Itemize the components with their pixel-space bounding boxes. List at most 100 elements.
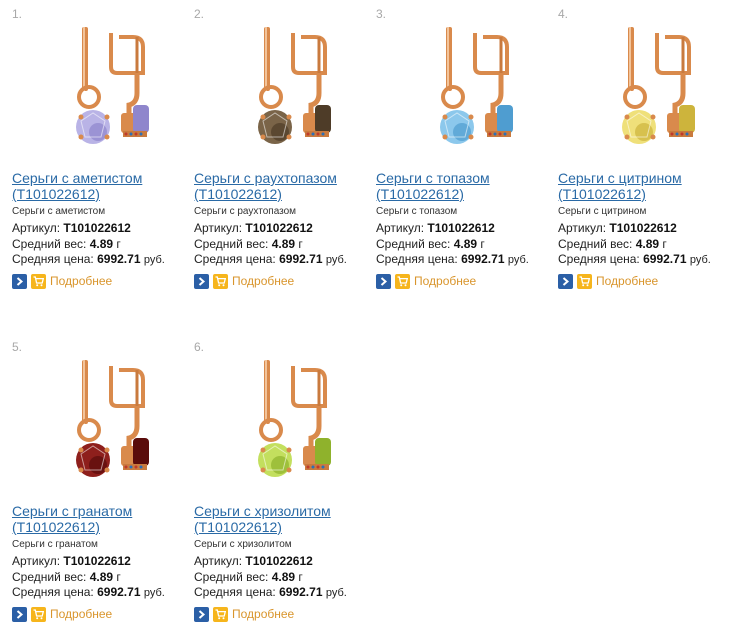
price-row: Средняя цена: 6992.71 руб. — [194, 585, 347, 600]
weight-row: Средний вес: 4.89 г — [194, 237, 303, 251]
earring-image — [622, 27, 695, 144]
chevron-right-icon[interactable] — [376, 273, 391, 289]
article-label: Артикул: — [558, 221, 607, 235]
cart-icon[interactable] — [395, 273, 410, 289]
weight-value: 4.89 — [271, 237, 296, 251]
weight-unit: г — [480, 237, 485, 251]
product-image[interactable] — [571, 13, 731, 165]
weight-label: Средний вес: — [12, 570, 87, 584]
product-actions: Подробнее — [12, 606, 112, 622]
earring-image — [258, 360, 331, 477]
product-title-link[interactable]: Серьги с цитрином (Т101022612) — [558, 170, 734, 202]
chevron-right-icon[interactable] — [12, 273, 27, 289]
chevron-right-icon[interactable] — [194, 606, 209, 622]
weight-value: 4.89 — [271, 570, 296, 584]
weight-unit: г — [298, 570, 303, 584]
weight-value: 4.89 — [453, 237, 478, 251]
price-label: Средняя цена: — [12, 252, 94, 266]
product-card: 6. Серьги с хризолитом (Т101022612) Серь… — [194, 340, 372, 640]
product-card: 4. Серьги с цитрином (Т101022612) Серьги… — [558, 7, 736, 307]
product-number: 4. — [558, 7, 569, 21]
details-link[interactable]: Подробнее — [232, 274, 294, 289]
weight-value: 4.89 — [635, 237, 660, 251]
weight-row: Средний вес: 4.89 г — [194, 570, 303, 584]
price-row: Средняя цена: 6992.71 руб. — [194, 252, 347, 267]
price-currency: руб. — [507, 254, 529, 266]
earring-image — [76, 27, 149, 144]
weight-label: Средний вес: — [194, 570, 269, 584]
product-actions: Подробнее — [558, 273, 658, 289]
earring-image — [440, 27, 513, 144]
cart-icon[interactable] — [213, 273, 228, 289]
product-actions: Подробнее — [12, 273, 112, 289]
weight-unit: г — [116, 570, 121, 584]
cart-icon[interactable] — [577, 273, 592, 289]
product-subtitle: Серьги с гранатом — [12, 539, 98, 550]
product-title-link[interactable]: Серьги с раухтопазом (Т101022612) — [194, 170, 370, 202]
article-value: Т101022612 — [245, 221, 313, 235]
product-image[interactable] — [25, 346, 185, 498]
product-title-link[interactable]: Серьги с хризолитом (Т101022612) — [194, 503, 370, 535]
weight-unit: г — [298, 237, 303, 251]
details-link[interactable]: Подробнее — [232, 607, 294, 622]
price-row: Средняя цена: 6992.71 руб. — [558, 252, 711, 267]
price-currency: руб. — [689, 254, 711, 266]
article-value: Т101022612 — [427, 221, 495, 235]
chevron-right-icon[interactable] — [12, 606, 27, 622]
price-currency: руб. — [143, 254, 165, 266]
product-image[interactable] — [389, 13, 549, 165]
article-label: Артикул: — [12, 221, 61, 235]
price-currency: руб. — [325, 587, 347, 599]
weight-label: Средний вес: — [12, 237, 87, 251]
weight-label: Средний вес: — [558, 237, 633, 251]
weight-label: Средний вес: — [194, 237, 269, 251]
product-image[interactable] — [207, 13, 367, 165]
price-row: Средняя цена: 6992.71 руб. — [12, 252, 165, 267]
price-value: 6992.71 — [279, 585, 323, 599]
price-label: Средняя цена: — [558, 252, 640, 266]
weight-unit: г — [662, 237, 667, 251]
weight-value: 4.89 — [89, 570, 114, 584]
details-link[interactable]: Подробнее — [50, 607, 112, 622]
price-row: Средняя цена: 6992.71 руб. — [376, 252, 529, 267]
article-value: Т101022612 — [63, 221, 131, 235]
article-row: Артикул: Т101022612 — [558, 221, 677, 235]
price-label: Средняя цена: — [194, 585, 276, 599]
product-image[interactable] — [25, 13, 185, 165]
earring-image — [258, 27, 331, 144]
product-subtitle: Серьги с топазом — [376, 206, 458, 217]
weight-row: Средний вес: 4.89 г — [558, 237, 667, 251]
article-row: Артикул: Т101022612 — [12, 221, 131, 235]
product-subtitle: Серьги с цитрином — [558, 206, 647, 217]
product-actions: Подробнее — [194, 606, 294, 622]
product-number: 5. — [12, 340, 23, 354]
chevron-right-icon[interactable] — [558, 273, 573, 289]
article-label: Артикул: — [12, 554, 61, 568]
product-card: 5. Серьги с гранатом (Т101022612) Серьги… — [12, 340, 190, 640]
price-value: 6992.71 — [97, 252, 141, 266]
cart-icon[interactable] — [31, 606, 46, 622]
details-link[interactable]: Подробнее — [50, 274, 112, 289]
details-link[interactable]: Подробнее — [414, 274, 476, 289]
product-title-link[interactable]: Серьги с аметистом (Т101022612) — [12, 170, 188, 202]
article-value: Т101022612 — [245, 554, 313, 568]
chevron-right-icon[interactable] — [194, 273, 209, 289]
product-subtitle: Серьги с аметистом — [12, 206, 106, 217]
product-subtitle: Серьги с хризолитом — [194, 539, 292, 550]
product-card: 1. Серьги с аметистом (Т101022612) Серьг… — [12, 7, 190, 307]
details-link[interactable]: Подробнее — [596, 274, 658, 289]
weight-value: 4.89 — [89, 237, 114, 251]
product-image[interactable] — [207, 346, 367, 498]
price-label: Средняя цена: — [194, 252, 276, 266]
product-number: 6. — [194, 340, 205, 354]
price-value: 6992.71 — [279, 252, 323, 266]
product-actions: Подробнее — [194, 273, 294, 289]
product-number: 3. — [376, 7, 387, 21]
weight-row: Средний вес: 4.89 г — [12, 570, 121, 584]
article-label: Артикул: — [376, 221, 425, 235]
product-title-link[interactable]: Серьги с гранатом (Т101022612) — [12, 503, 188, 535]
cart-icon[interactable] — [31, 273, 46, 289]
cart-icon[interactable] — [213, 606, 228, 622]
product-card: 3. Серьги с топазом (Т101022612) Серьги … — [376, 7, 554, 307]
product-title-link[interactable]: Серьги с топазом (Т101022612) — [376, 170, 552, 202]
